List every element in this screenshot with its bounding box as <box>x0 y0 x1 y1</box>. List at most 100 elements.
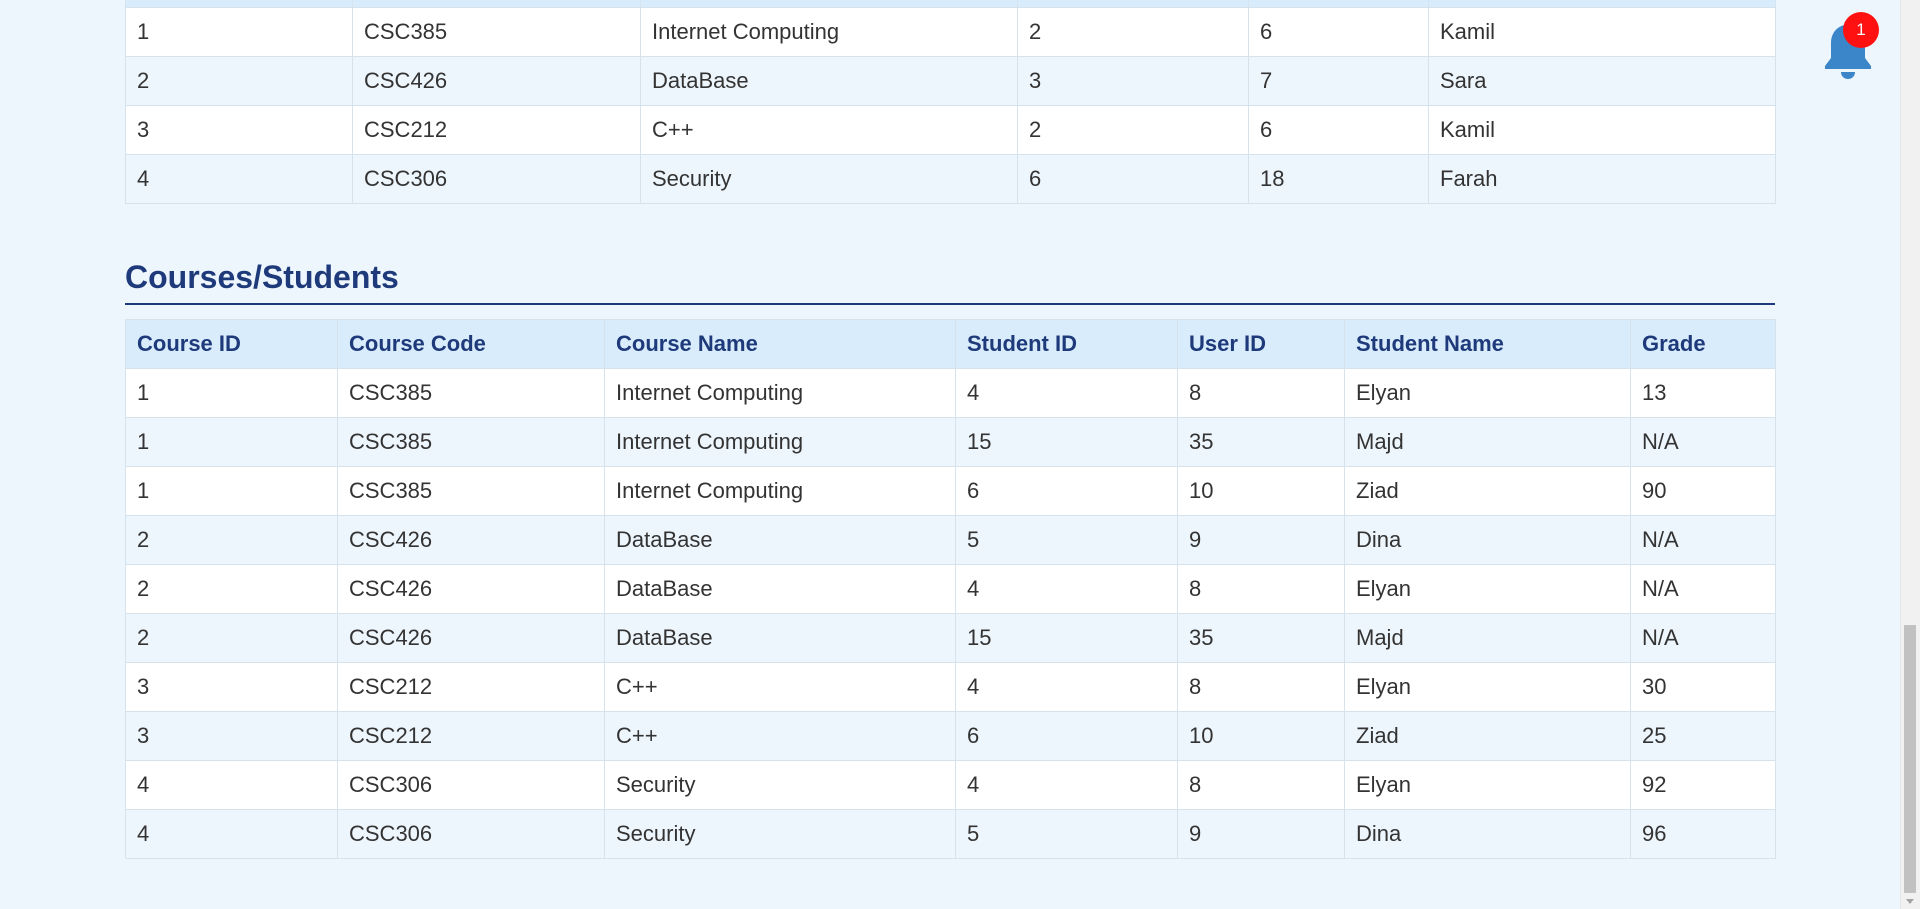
table-cell: CSC426 <box>337 515 605 565</box>
table-row: 1 CSC385 Internet Computing 2 6 Kamil <box>125 7 1776 57</box>
table-cell: C++ <box>604 711 956 761</box>
table-cell: CSC212 <box>352 105 641 155</box>
table-cell: 96 <box>1630 809 1776 859</box>
table-cell: Elyan <box>1344 662 1631 712</box>
table-cell: 3 <box>125 662 338 712</box>
table-cell: 6 <box>1248 7 1429 57</box>
table-row: 2 CSC426 DataBase 4 8 Elyan N/A <box>125 564 1776 614</box>
table-row: 2 CSC426 DataBase 5 9 Dina N/A <box>125 515 1776 565</box>
column-header-student-id: Student ID <box>955 319 1178 369</box>
table-cell: Internet Computing <box>604 466 956 516</box>
table-cell: Farah <box>1428 154 1776 204</box>
table-cell: 35 <box>1177 417 1345 467</box>
table-cell: 6 <box>955 466 1178 516</box>
vertical-scrollbar[interactable] <box>1900 0 1920 909</box>
section-title-courses-students: Courses/Students <box>125 258 1775 305</box>
courses-header-cell <box>1017 0 1249 8</box>
table-cell: Dina <box>1344 515 1631 565</box>
table-cell: CSC212 <box>337 711 605 761</box>
courses-header-cell <box>1428 0 1776 8</box>
notification-count-badge: 1 <box>1843 12 1879 48</box>
table-cell: 3 <box>125 711 338 761</box>
table-cell: Majd <box>1344 613 1631 663</box>
table-cell: Elyan <box>1344 760 1631 810</box>
table-cell: Security <box>640 154 1018 204</box>
table-cell: 4 <box>125 760 338 810</box>
table-cell: CSC426 <box>337 613 605 663</box>
table-cell: Ziad <box>1344 711 1631 761</box>
table-cell: Elyan <box>1344 368 1631 418</box>
table-cell: Majd <box>1344 417 1631 467</box>
table-cell: 10 <box>1177 711 1345 761</box>
table-cell: CSC306 <box>337 809 605 859</box>
table-row: 1 CSC385 Internet Computing 6 10 Ziad 90 <box>125 466 1776 516</box>
table-cell: CSC426 <box>337 564 605 614</box>
courses-table-body: 1 CSC385 Internet Computing 2 6 Kamil 2 CSC426 D… <box>125 7 1776 204</box>
table-cell: 25 <box>1630 711 1776 761</box>
table-cell: 2 <box>125 564 338 614</box>
table-cell: Sara <box>1428 56 1776 106</box>
table-cell: 35 <box>1177 613 1345 663</box>
table-cell: 90 <box>1630 466 1776 516</box>
courses-header-cell <box>1248 0 1429 8</box>
table-cell: Internet Computing <box>604 417 956 467</box>
table-cell: DataBase <box>604 515 956 565</box>
table-row: 1 CSC385 Internet Computing 4 8 Elyan 13 <box>125 368 1776 418</box>
table-cell: 15 <box>955 417 1178 467</box>
main-content: 1 CSC385 Internet Computing 2 6 Kamil 2 CSC426 D… <box>125 0 1776 859</box>
table-cell: 2 <box>1017 7 1249 57</box>
courses-header-cell <box>352 0 641 8</box>
table-cell: 4 <box>955 662 1178 712</box>
table-cell: 6 <box>955 711 1178 761</box>
table-cell: 18 <box>1248 154 1429 204</box>
table-cell: 3 <box>1017 56 1249 106</box>
table-row: 2 CSC426 DataBase 3 7 Sara <box>125 56 1776 106</box>
table-row: 4 CSC306 Security 5 9 Dina 96 <box>125 809 1776 859</box>
table-cell: 4 <box>955 564 1178 614</box>
scroll-down-arrow-icon[interactable] <box>1906 899 1914 904</box>
column-header-student-name: Student Name <box>1344 319 1631 369</box>
table-cell: 8 <box>1177 760 1345 810</box>
table-cell: 5 <box>955 809 1178 859</box>
table-cell: 10 <box>1177 466 1345 516</box>
table-row: 2 CSC426 DataBase 15 35 Majd N/A <box>125 613 1776 663</box>
scrollbar-thumb[interactable] <box>1904 625 1916 893</box>
table-cell: 13 <box>1630 368 1776 418</box>
table-cell: C++ <box>604 662 956 712</box>
table-cell: CSC385 <box>352 7 641 57</box>
table-cell: CSC306 <box>352 154 641 204</box>
table-cell: 2 <box>125 515 338 565</box>
table-cell: CSC385 <box>337 466 605 516</box>
table-cell: 3 <box>125 105 353 155</box>
table-cell: N/A <box>1630 515 1776 565</box>
table-cell: Elyan <box>1344 564 1631 614</box>
table-cell: 5 <box>955 515 1178 565</box>
table-cell: 30 <box>1630 662 1776 712</box>
table-cell: 8 <box>1177 662 1345 712</box>
table-cell: 4 <box>955 760 1178 810</box>
column-header-course-name: Course Name <box>604 319 956 369</box>
courses-students-table-header: Course ID Course Code Course Name Studen… <box>125 319 1776 369</box>
table-cell: 8 <box>1177 564 1345 614</box>
table-cell: 2 <box>125 56 353 106</box>
table-cell: 9 <box>1177 809 1345 859</box>
table-cell: Internet Computing <box>640 7 1018 57</box>
table-cell: DataBase <box>604 564 956 614</box>
table-row: 3 CSC212 C++ 6 10 Ziad 25 <box>125 711 1776 761</box>
table-row: 3 CSC212 C++ 4 8 Elyan 30 <box>125 662 1776 712</box>
table-cell: 92 <box>1630 760 1776 810</box>
courses-table-header <box>125 0 1776 8</box>
table-cell: CSC426 <box>352 56 641 106</box>
table-cell: CSC306 <box>337 760 605 810</box>
courses-students-table: Course ID Course Code Course Name Studen… <box>125 319 1776 859</box>
table-cell: 8 <box>1177 368 1345 418</box>
table-row: 4 CSC306 Security 6 18 Farah <box>125 154 1776 204</box>
table-cell: CSC212 <box>337 662 605 712</box>
courses-table: 1 CSC385 Internet Computing 2 6 Kamil 2 CSC426 D… <box>125 0 1776 204</box>
table-cell: Ziad <box>1344 466 1631 516</box>
table-cell: Security <box>604 760 956 810</box>
table-cell: 1 <box>125 368 338 418</box>
table-cell: N/A <box>1630 417 1776 467</box>
column-header-course-code: Course Code <box>337 319 605 369</box>
table-cell: 7 <box>1248 56 1429 106</box>
